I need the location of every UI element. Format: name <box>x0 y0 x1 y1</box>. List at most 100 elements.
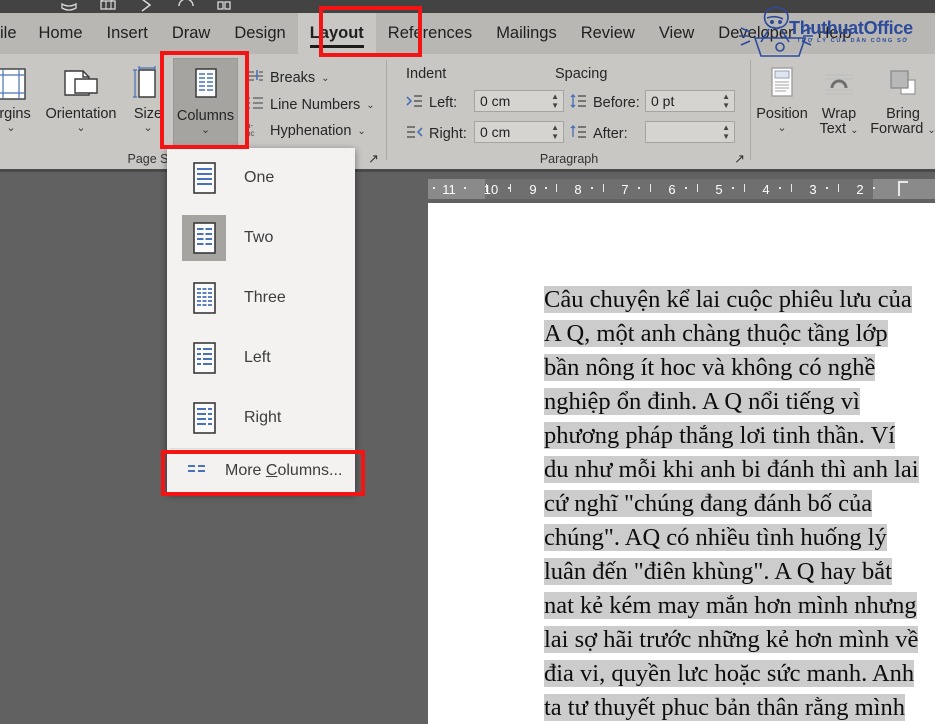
tab-file[interactable]: ile <box>0 13 27 54</box>
line-numbers-item[interactable]: Line Numbers ⌄ <box>246 95 375 115</box>
breaks-icon <box>246 68 264 88</box>
group-divider <box>750 60 751 160</box>
tab-layout[interactable]: Layout <box>297 13 376 54</box>
group-divider <box>386 60 387 160</box>
chevron-down-icon[interactable]: ⌄ <box>850 125 858 136</box>
menu-item-right[interactable]: Right <box>167 388 355 448</box>
chevron-down-icon[interactable]: ⌄ <box>366 100 374 111</box>
chevron-down-icon[interactable]: ⌄ <box>76 123 85 134</box>
document-text[interactable]: Câu chuyện kể lai cuộc phiêu lưu của A Q… <box>544 283 924 724</box>
chevron-down-icon[interactable]: ⌄ <box>201 125 210 136</box>
tab-label: Draw <box>171 24 211 42</box>
indent-right-label: Right: <box>429 126 467 142</box>
tab-references[interactable]: References <box>376 13 484 54</box>
watermark-title: ThuthuatOffice <box>789 18 913 38</box>
position-icon <box>766 63 798 105</box>
tab-insert[interactable]: Insert <box>95 13 160 54</box>
orientation-button[interactable]: Orientation ⌄ <box>41 57 121 149</box>
orientation-icon <box>61 63 101 105</box>
menu-item-more-columns[interactable]: More Columns... <box>167 449 355 493</box>
chevron-down-icon[interactable]: ⌄ <box>321 73 329 84</box>
hyphenation-icon: a-bc <box>246 121 264 141</box>
breaks-item[interactable]: Breaks ⌄ <box>246 68 330 88</box>
ruler-tick: 9 <box>529 181 537 197</box>
paragraph-group-label: Paragraph <box>539 152 599 166</box>
chevron-down-icon[interactable]: ⌄ <box>927 125 935 136</box>
group-arrange: Position ⌄ Wrap Text ⌄ Bring Forward ⌄ <box>752 54 935 169</box>
indent-left-stepper[interactable]: ▲ ▼ <box>551 91 559 111</box>
indent-right-icon <box>406 125 423 143</box>
spacing-before-label: Before: <box>593 95 640 111</box>
more-qat-icon[interactable] <box>214 0 236 12</box>
menu-item-two[interactable]: Two <box>167 208 355 268</box>
indent-right-stepper[interactable]: ▲ ▼ <box>551 122 559 142</box>
margins-button[interactable]: argins ⌄ <box>0 57 44 149</box>
wrap-text-button[interactable]: Wrap Text ⌄ <box>808 57 870 149</box>
bring-forward-line1: Bring <box>886 106 920 122</box>
indent-left-row: Left: <box>406 94 457 112</box>
tab-label: Insert <box>106 24 148 42</box>
menu-label: Left <box>244 349 271 366</box>
bring-forward-button[interactable]: Bring Forward ⌄ <box>870 57 935 149</box>
chevron-down-icon[interactable]: ⌄ <box>777 123 786 134</box>
ruler-tick: 10 <box>483 181 499 197</box>
ruler-tick: 6 <box>668 181 676 197</box>
horizontal-ruler[interactable]: 11 10 9 8 7 6 5 4 3 2 <box>428 179 935 199</box>
tab-home[interactable]: Home <box>27 13 95 54</box>
tab-mailings[interactable]: Mailings <box>484 13 569 54</box>
word-window: ile Home Insert Draw Design Layout Refer… <box>0 0 935 724</box>
document-page[interactable]: Câu chuyện kể lai cuộc phiêu lưu của A Q… <box>428 203 935 724</box>
ruler-tick: 5 <box>715 181 723 197</box>
tab-label: Layout <box>309 24 364 42</box>
menu-label: Two <box>244 229 274 246</box>
tab-design[interactable]: Design <box>222 13 297 54</box>
chevron-down-icon[interactable]: ⌄ <box>357 126 365 137</box>
position-label: Position <box>756 106 808 122</box>
bring-forward-line2: Forward <box>870 121 924 137</box>
spacing-after-stepper[interactable]: ▲ ▼ <box>722 122 730 142</box>
size-button[interactable]: Size ⌄ <box>121 57 175 149</box>
margins-label: argins <box>0 106 31 122</box>
redo-icon[interactable] <box>136 0 158 12</box>
indent-right-input[interactable]: 0 cm ▲ ▼ <box>474 121 564 143</box>
menu-item-one[interactable]: One <box>167 148 355 208</box>
spacing-after-label: After: <box>593 126 628 142</box>
chevron-down-icon[interactable]: ⌄ <box>6 123 15 134</box>
spacing-after-input[interactable]: ▲ ▼ <box>645 121 735 143</box>
right-column-icon <box>182 395 226 441</box>
undo-icon[interactable] <box>97 0 119 12</box>
three-column-icon <box>182 275 226 321</box>
paragraph-dialog-launcher[interactable]: ↗ <box>734 151 745 167</box>
save-icon[interactable] <box>58 0 80 12</box>
size-icon <box>129 63 167 105</box>
page-setup-dialog-launcher[interactable]: ↗ <box>368 151 379 167</box>
ruler-indent-marker[interactable] <box>898 181 908 196</box>
line-numbers-label: Line Numbers <box>270 97 361 113</box>
menu-item-left[interactable]: Left <box>167 328 355 388</box>
chevron-down-icon[interactable]: ⌄ <box>143 123 152 134</box>
hyphenation-label: Hyphenation <box>270 123 352 139</box>
hyphenation-item[interactable]: a-bc Hyphenation ⌄ <box>246 121 366 141</box>
breaks-label: Breaks <box>270 70 316 86</box>
ruler-tick: 8 <box>574 181 582 197</box>
tab-view[interactable]: View <box>647 13 706 54</box>
spacing-before-stepper[interactable]: ▲ ▼ <box>722 91 730 111</box>
indent-left-input[interactable]: 0 cm ▲ ▼ <box>474 90 564 112</box>
tab-review[interactable]: Review <box>569 13 647 54</box>
indent-right-row: Right: <box>406 125 467 143</box>
menu-item-three[interactable]: Three <box>167 268 355 328</box>
position-button[interactable]: Position ⌄ <box>752 57 812 149</box>
orientation-label: Orientation <box>45 106 117 122</box>
columns-button[interactable]: Columns ⌄ <box>173 58 238 150</box>
group-paragraph: Indent Spacing Left: 0 cm ▲ ▼ Right: 0 c… <box>388 54 750 169</box>
bring-forward-icon <box>885 63 921 105</box>
tab-draw[interactable]: Draw <box>160 13 223 54</box>
spacing-before-input[interactable]: 0 pt ▲ ▼ <box>645 90 735 112</box>
spacing-before-value: 0 pt <box>651 93 675 109</box>
size-label: Size <box>133 106 163 122</box>
touch-mode-icon[interactable] <box>175 0 197 12</box>
columns-dropdown-menu: One Two Three Left Right More Columns... <box>167 148 355 493</box>
wrap-text-line2: Text <box>819 121 847 137</box>
more-columns-label: More Columns... <box>225 462 342 480</box>
tab-label: Home <box>38 24 83 42</box>
